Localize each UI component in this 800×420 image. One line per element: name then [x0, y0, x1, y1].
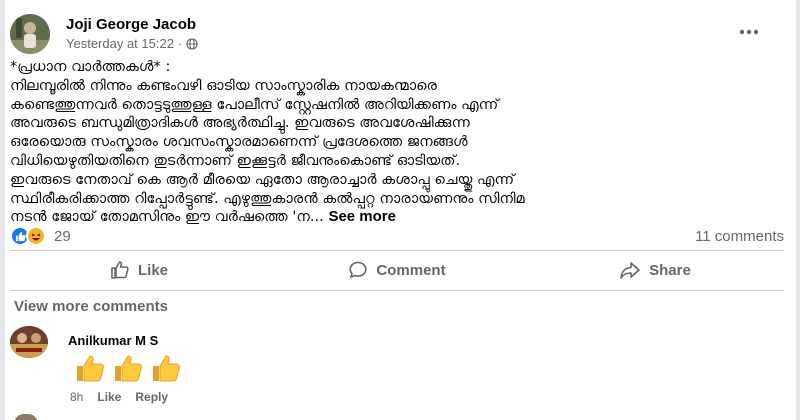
reactions-summary[interactable]: 29	[10, 226, 71, 246]
view-more-comments-link[interactable]: View more comments	[14, 298, 168, 315]
reaction-count: 29	[54, 227, 71, 245]
commenter-name[interactable]: Anilkumar M S	[68, 333, 158, 348]
post-meta: Yesterday at 15:22 ·	[66, 36, 198, 51]
commenter-avatar-photo	[10, 326, 48, 358]
share-icon	[620, 262, 640, 279]
post-actions-bar: Like Comment Share	[10, 254, 784, 286]
comment-like-button[interactable]: Like	[97, 390, 121, 404]
next-commenter-avatar	[14, 414, 38, 420]
post-header: Joji George Jacob Yesterday at 15:22 ·	[10, 14, 790, 54]
stats-divider	[10, 250, 784, 251]
post-author-name[interactable]: Joji George Jacob	[66, 16, 196, 33]
comment-icon	[349, 261, 368, 279]
meta-separator: ·	[177, 36, 183, 51]
see-more-link[interactable]: See more	[328, 208, 396, 225]
comment-button[interactable]: Comment	[268, 254, 526, 286]
share-button[interactable]: Share	[526, 254, 784, 286]
like-icon	[111, 261, 129, 279]
avatar-photo	[10, 14, 50, 54]
thumbs-up-icon	[77, 355, 104, 382]
more-horizontal-icon	[739, 29, 759, 35]
thumbs-up-icon	[153, 355, 180, 382]
comment-label: Comment	[376, 261, 446, 279]
globe-icon	[186, 37, 198, 50]
share-label: Share	[649, 261, 691, 279]
commenter-avatar[interactable]	[10, 326, 48, 358]
haha-reaction-icon	[26, 226, 46, 246]
haha-face-glyph	[31, 233, 41, 241]
post-card: Joji George Jacob Yesterday at 15:22 · *…	[0, 0, 800, 420]
like-thumb-glyph	[15, 231, 26, 241]
comment-count-link[interactable]: 11 comments	[695, 228, 784, 245]
like-button[interactable]: Like	[10, 254, 268, 286]
comment-actions: 8h Like Reply	[70, 390, 168, 404]
author-avatar[interactable]	[10, 14, 50, 54]
post-text-content: *പ്രധാന വാർത്തകൾ* : നിലമ്പൂരിൽ നിന്നും ക…	[10, 58, 525, 226]
post-stats: 29 11 comments	[10, 226, 784, 248]
post-options-button[interactable]	[734, 20, 764, 44]
right-edge	[796, 0, 800, 420]
actions-divider	[10, 290, 784, 291]
like-label: Like	[137, 261, 168, 279]
left-edge	[0, 0, 5, 420]
thumbs-up-icon	[115, 355, 142, 382]
post-timestamp[interactable]: Yesterday at 15:22	[66, 36, 174, 51]
comment-time[interactable]: 8h	[70, 390, 83, 404]
comment-reply-button[interactable]: Reply	[135, 390, 168, 404]
comment-content	[74, 353, 182, 383]
post-body: *പ്രധാന വാർത്തകൾ* : നിലമ്പൂരിൽ നിന്നും ക…	[10, 58, 790, 227]
